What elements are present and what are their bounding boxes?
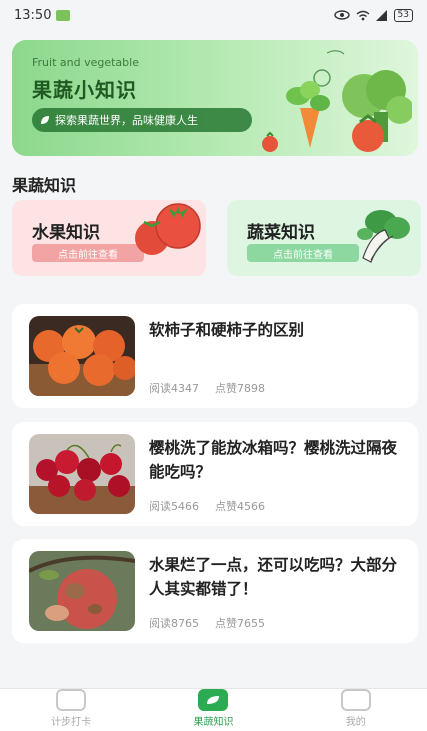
article-title: 软柿子和硬柿子的区别 [149,321,305,339]
tab-fruit-veg-knowledge[interactable]: 果蔬知识 [142,689,284,731]
read-count: 阅读4347 [149,382,199,395]
article-card[interactable]: 软柿子和硬柿子的区别 阅读4347 点赞7898 [12,304,418,408]
calendar-icon [56,689,87,711]
article-card[interactable]: 水果烂了一点，还可以吃吗？大部分人其实都错了！ 阅读8765 点赞7655 [12,539,418,643]
bok-choy-icon [357,210,410,263]
read-count: 阅读5466 [149,500,199,513]
fruit-card-title: 水果知识 [32,223,100,243]
signal-icon [375,9,387,21]
tomato-icon [135,203,201,255]
tab-label: 我的 [345,717,366,728]
like-count: 点赞7655 [215,617,265,630]
article-title: 樱桃洗了能放冰箱吗？樱桃洗过隔夜能吃吗？ [149,439,398,481]
status-bar: 13:50 53 [0,0,427,30]
like-count: 点赞7898 [215,382,265,395]
article-meta: 阅读4347 点赞7898 [149,380,265,396]
banner-title: 果蔬小知识 [32,78,137,102]
leaf-icon [198,689,229,711]
profile-icon [340,689,371,711]
read-count: 阅读8765 [149,617,199,630]
bottom-tab-bar: 计步打卡 果蔬知识 我的 [0,688,427,731]
wifi-icon [356,10,369,20]
article-card[interactable]: 樱桃洗了能放冰箱吗？樱桃洗过隔夜能吃吗？ 阅读5466 点赞4566 [12,422,418,526]
banner-subtitle: 探索果蔬世界，品味健康人生 [55,114,198,127]
fruit-knowledge-card[interactable]: 水果知识 点击前往查看 [12,200,206,276]
tab-profile[interactable]: 我的 [285,689,427,731]
tab-step-checkin[interactable]: 计步打卡 [0,689,142,731]
article-meta: 阅读5466 点赞4566 [149,498,265,514]
status-time: 13:50 [14,7,52,23]
leaf-icon [41,116,49,124]
notification-icon [56,9,71,21]
cherry-image [29,434,135,514]
vegetable-knowledge-card[interactable]: 蔬菜知识 点击前往查看 [227,200,421,276]
battery-icon: 53 [393,8,413,22]
vegetable-card-title: 蔬菜知识 [247,223,315,243]
tab-label: 果蔬知识 [193,717,234,728]
banner-subtitle-pill: 探索果蔬世界，品味健康人生 [32,108,252,132]
article-meta: 阅读8765 点赞7655 [149,615,265,631]
article-title: 水果烂了一点，还可以吃吗？大部分人其实都错了！ [149,556,398,598]
like-count: 点赞4566 [215,500,265,513]
hero-banner[interactable]: Fruit and vegetable 果蔬小知识 探索果蔬世界，品味健康人生 [12,40,418,156]
banner-english-title: Fruit and vegetable [32,56,139,69]
persimmon-image [29,316,135,396]
rotten-apple-image [29,551,135,631]
eye-icon [333,10,350,20]
section-title: 果蔬知识 [12,176,77,195]
vegetables-illustration [262,50,412,152]
tab-label: 计步打卡 [51,717,92,728]
